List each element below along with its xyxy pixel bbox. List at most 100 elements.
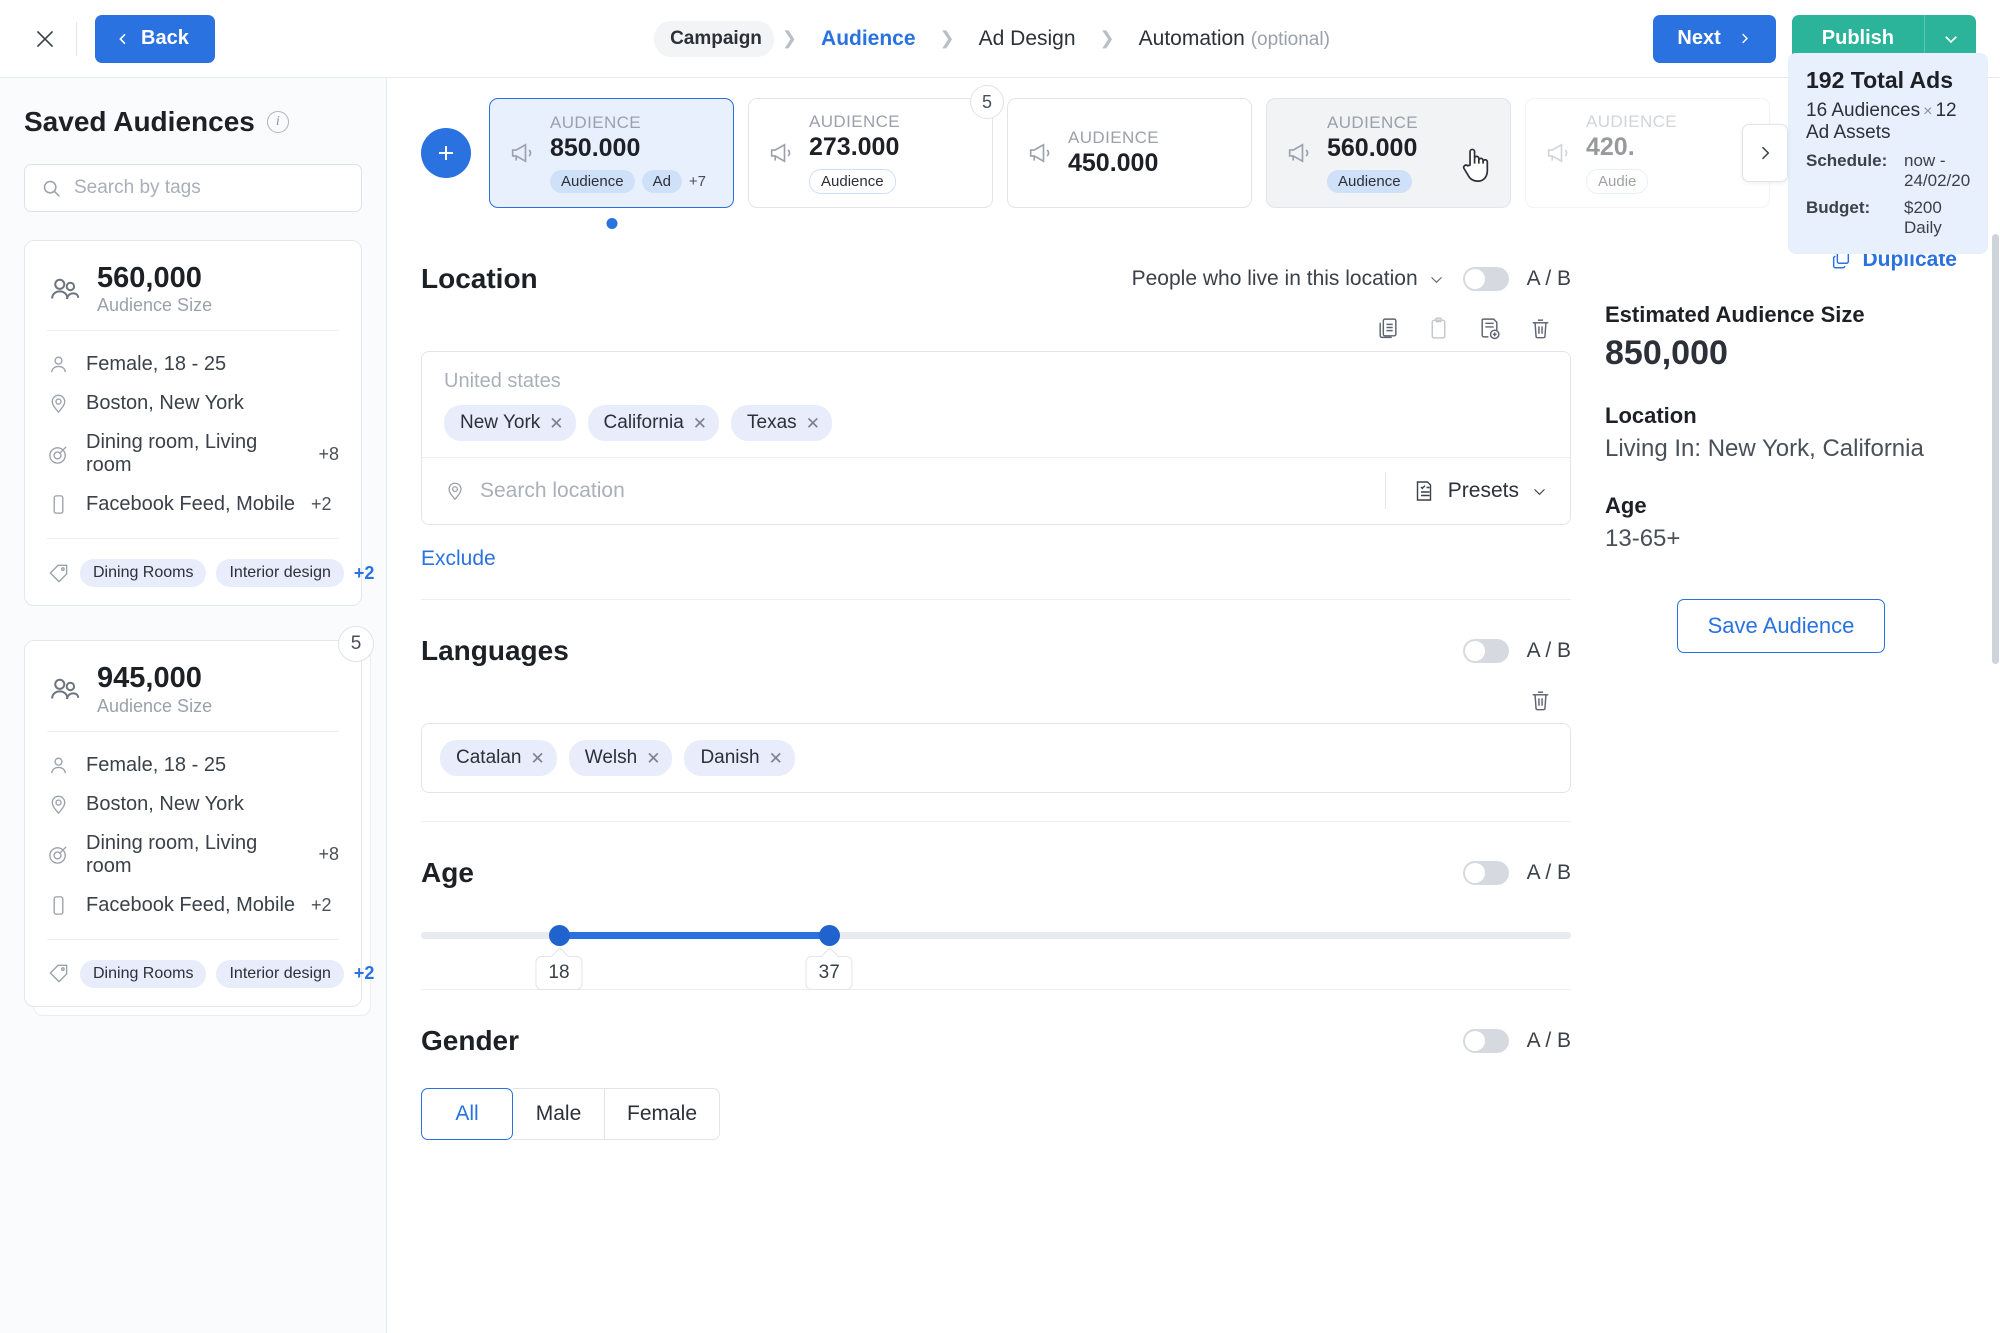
location-type-dropdown[interactable]: People who live in this location (1132, 267, 1445, 291)
breadcrumb-item-ad-design[interactable]: Ad Design (963, 18, 1092, 60)
breadcrumb-item-automation[interactable]: Automation (optional) (1123, 18, 1346, 60)
saved-audience-card[interactable]: 560,000 Audience Size Female, 18 - 25 (24, 240, 362, 606)
tags-more-link[interactable]: +2 (354, 963, 375, 984)
gender-option-male[interactable]: Male (513, 1088, 605, 1140)
tag-chip[interactable]: Dining Rooms (80, 960, 206, 988)
plus-icon (434, 141, 458, 165)
megaphone-icon (767, 139, 795, 167)
scrollbar[interactable] (1991, 228, 2000, 1333)
search-input[interactable] (74, 177, 345, 199)
audience-tab[interactable]: AUDIENCE 450.000 (1007, 98, 1252, 208)
add-audience-button[interactable] (421, 128, 471, 178)
save-to-list-icon[interactable] (1477, 316, 1502, 341)
audience-tab-value: 420. (1586, 133, 1677, 162)
exclude-link[interactable]: Exclude (421, 547, 496, 571)
location-search-input[interactable] (480, 479, 1371, 503)
close-icon[interactable]: ✕ (646, 750, 660, 767)
breadcrumb-item-audience[interactable]: Audience (805, 18, 932, 60)
language-chip[interactable]: Welsh ✕ (569, 740, 673, 776)
close-icon[interactable]: ✕ (806, 415, 820, 432)
audience-people-icon (47, 273, 81, 307)
saved-audiences-sidebar: Saved Audiences i (0, 78, 387, 1333)
paste-icon[interactable] (1426, 316, 1451, 341)
summary-location-value: Living In: New York, California (1605, 435, 1957, 463)
tag-icon (47, 962, 70, 985)
card-row-more: +8 (318, 444, 339, 465)
location-chip[interactable]: Texas ✕ (731, 405, 832, 441)
language-chip[interactable]: Danish ✕ (684, 740, 794, 776)
card-header: 560,000 Audience Size (47, 263, 339, 330)
audience-tab[interactable]: AUDIENCE 560.000 Audience (1266, 98, 1511, 208)
location-chip[interactable]: California ✕ (588, 405, 720, 441)
ab-toggle-age[interactable] (1463, 861, 1509, 885)
chevron-right-icon: ❯ (936, 28, 959, 49)
card-row-demographics: Female, 18 - 25 (47, 746, 339, 785)
divider (76, 22, 77, 56)
back-button[interactable]: Back (95, 15, 215, 63)
divider (47, 330, 339, 331)
breadcrumb-label: Campaign (670, 28, 762, 50)
breadcrumb-label: Audience (821, 27, 916, 50)
audience-tab-chip: Audience (809, 169, 896, 194)
close-icon[interactable]: ✕ (549, 415, 563, 432)
close-icon[interactable]: ✕ (769, 750, 783, 767)
slider-track[interactable]: 18 37 (421, 932, 1571, 939)
ab-toggle-languages[interactable] (1463, 639, 1509, 663)
location-chip[interactable]: New York ✕ (444, 405, 576, 441)
copy-icon[interactable] (1375, 316, 1400, 341)
close-icon[interactable]: ✕ (531, 750, 545, 767)
back-label: Back (141, 27, 189, 50)
saved-audience-card[interactable]: 945,000 Audience Size Female, 18 - 25 (24, 640, 362, 1006)
card-row-location: Boston, New York (47, 785, 339, 824)
scroll-next-button[interactable] (1742, 124, 1788, 182)
audience-form-column: Location People who live in this locatio… (387, 228, 1605, 1333)
audience-tab[interactable]: 5 AUDIENCE 273.000 Audience (748, 98, 993, 208)
next-button[interactable]: Next (1653, 15, 1775, 63)
tag-chip[interactable]: Dining Rooms (80, 559, 206, 587)
saved-audience-card-wrapper: 560,000 Audience Size Female, 18 - 25 (24, 240, 362, 606)
tags-more-link[interactable]: +2 (354, 563, 375, 584)
gender-option-all[interactable]: All (421, 1088, 513, 1140)
info-icon[interactable]: i (267, 111, 289, 133)
close-icon[interactable]: ✕ (693, 415, 707, 432)
audience-tab-chip: Audience (1327, 170, 1412, 193)
search-tags-box[interactable] (24, 164, 362, 212)
content-area: Location People who live in this locatio… (387, 228, 2000, 1333)
scrollbar-thumb[interactable] (1992, 234, 1999, 664)
chip-label: Texas (747, 412, 797, 434)
save-audience-button[interactable]: Save Audience (1677, 599, 1886, 653)
trash-icon[interactable] (1528, 688, 1553, 713)
tag-icon (47, 562, 70, 585)
slider-handle-min[interactable] (549, 925, 570, 946)
close-icon[interactable] (24, 18, 66, 60)
card-tags: Dining Rooms Interior design +2 (47, 954, 339, 988)
tag-chip[interactable]: Interior design (216, 559, 343, 587)
ab-toggle-gender[interactable] (1463, 1029, 1509, 1053)
audience-tab-label: AUDIENCE (1068, 128, 1159, 148)
card-row-interests: Dining room, Living room +8 (47, 824, 339, 886)
presets-icon (1412, 479, 1436, 503)
audience-tab[interactable]: AUDIENCE 420. Audie (1525, 98, 1770, 208)
age-range-slider[interactable]: 18 37 (421, 896, 1571, 961)
breadcrumb-item-campaign[interactable]: Campaign (654, 21, 774, 57)
trash-icon[interactable] (1528, 316, 1553, 341)
gender-option-female[interactable]: Female (605, 1088, 720, 1140)
mobile-icon (47, 493, 70, 516)
app-root: Back Campaign ❯ Audience ❯ Ad Design ❯ A… (0, 0, 2000, 1333)
ab-toggle-location[interactable] (1463, 267, 1509, 291)
divider (47, 731, 339, 732)
audience-size-label: Audience Size (97, 295, 212, 316)
tag-chip[interactable]: Interior design (216, 960, 343, 988)
top-bar: Back Campaign ❯ Audience ❯ Ad Design ❯ A… (0, 0, 2000, 78)
chip-label: New York (460, 412, 540, 434)
section-title: Gender (421, 1025, 519, 1057)
presets-dropdown[interactable]: Presets (1385, 473, 1548, 509)
audience-tab-chips: Audience Ad +7 (550, 170, 706, 193)
section-title: Location (421, 263, 538, 295)
mouse-cursor-hand-icon (1458, 145, 1492, 185)
section-header: Location People who live in this locatio… (421, 256, 1571, 302)
slider-handle-max[interactable] (819, 925, 840, 946)
chevron-down-icon (1428, 271, 1445, 288)
audience-tab[interactable]: AUDIENCE 850.000 Audience Ad +7 (489, 98, 734, 208)
language-chip[interactable]: Catalan ✕ (440, 740, 557, 776)
